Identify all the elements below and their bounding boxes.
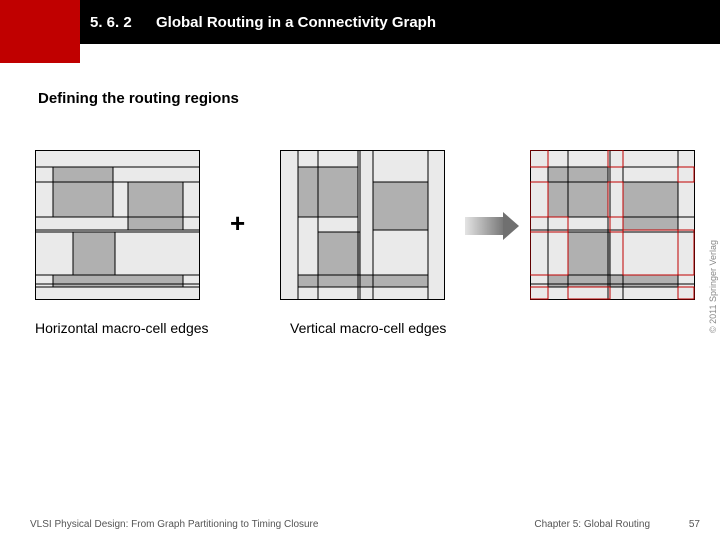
- subtitle: Defining the routing regions: [38, 90, 239, 107]
- plus-icon: +: [230, 208, 245, 239]
- page-number: 57: [689, 519, 700, 530]
- footer-right: Chapter 5: Global Routing: [534, 519, 650, 530]
- section-number: 5. 6. 2: [90, 14, 132, 31]
- diagram-vertical: [280, 150, 445, 300]
- red-accent-block: [0, 0, 80, 63]
- caption-horizontal: Horizontal macro-cell edges: [35, 320, 209, 336]
- diagram-combined: [530, 150, 695, 300]
- slide-title: Global Routing in a Connectivity Graph: [156, 14, 436, 31]
- footer-left: VLSI Physical Design: From Graph Partiti…: [30, 519, 318, 530]
- diagram-horizontal: [35, 150, 200, 300]
- diagram-row: +: [35, 150, 695, 310]
- caption-vertical: Vertical macro-cell edges: [290, 320, 446, 336]
- slide: 5. 6. 2 Global Routing in a Connectivity…: [0, 0, 720, 540]
- copyright: © 2011 Springer Verlag: [708, 240, 718, 333]
- arrow-icon: [465, 212, 520, 240]
